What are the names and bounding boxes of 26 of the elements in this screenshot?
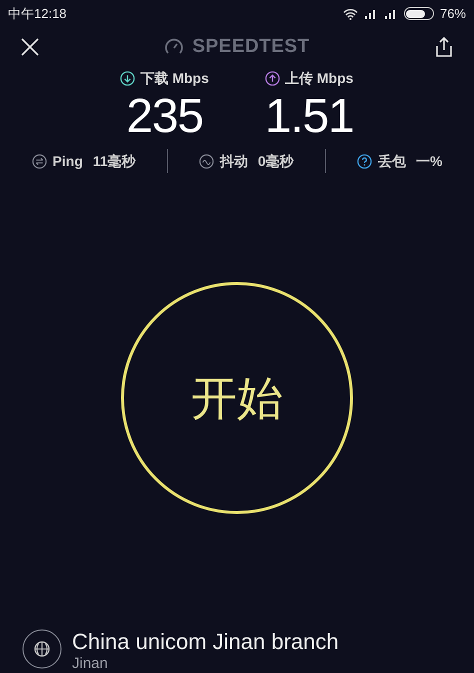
ping-icon	[32, 154, 47, 168]
help-icon[interactable]	[356, 154, 372, 168]
battery-icon	[404, 7, 434, 20]
app-title: SPEEDTEST	[192, 34, 310, 59]
stat-label: Ping	[52, 152, 83, 171]
stat-value: 0毫秒	[258, 152, 294, 170]
wifi-icon	[342, 8, 358, 20]
start-button[interactable]: 开始	[121, 282, 353, 514]
battery-percent: 76%	[440, 4, 466, 23]
speed-label: 下载 Mbps	[140, 69, 209, 88]
stat-label: 抖动	[220, 152, 248, 170]
close-icon[interactable]	[20, 37, 40, 57]
share-icon[interactable]	[434, 36, 454, 58]
speed-value: 235	[126, 89, 203, 145]
speed-label: 上传 Mbps	[284, 69, 354, 88]
stat-label: 丢包	[378, 152, 406, 170]
server-location: Jinan	[72, 655, 109, 672]
stat-value: 11毫秒	[92, 152, 136, 170]
signal-icon	[364, 8, 378, 19]
wave-icon	[198, 154, 214, 168]
globe-icon	[22, 629, 62, 669]
speed-value: 1.51	[264, 89, 354, 145]
stat-value: 一%	[416, 152, 442, 170]
server-name: China unicom Jinan branch	[72, 629, 339, 655]
status-time: 中午12:18	[8, 4, 67, 23]
signal-icon	[384, 8, 398, 19]
